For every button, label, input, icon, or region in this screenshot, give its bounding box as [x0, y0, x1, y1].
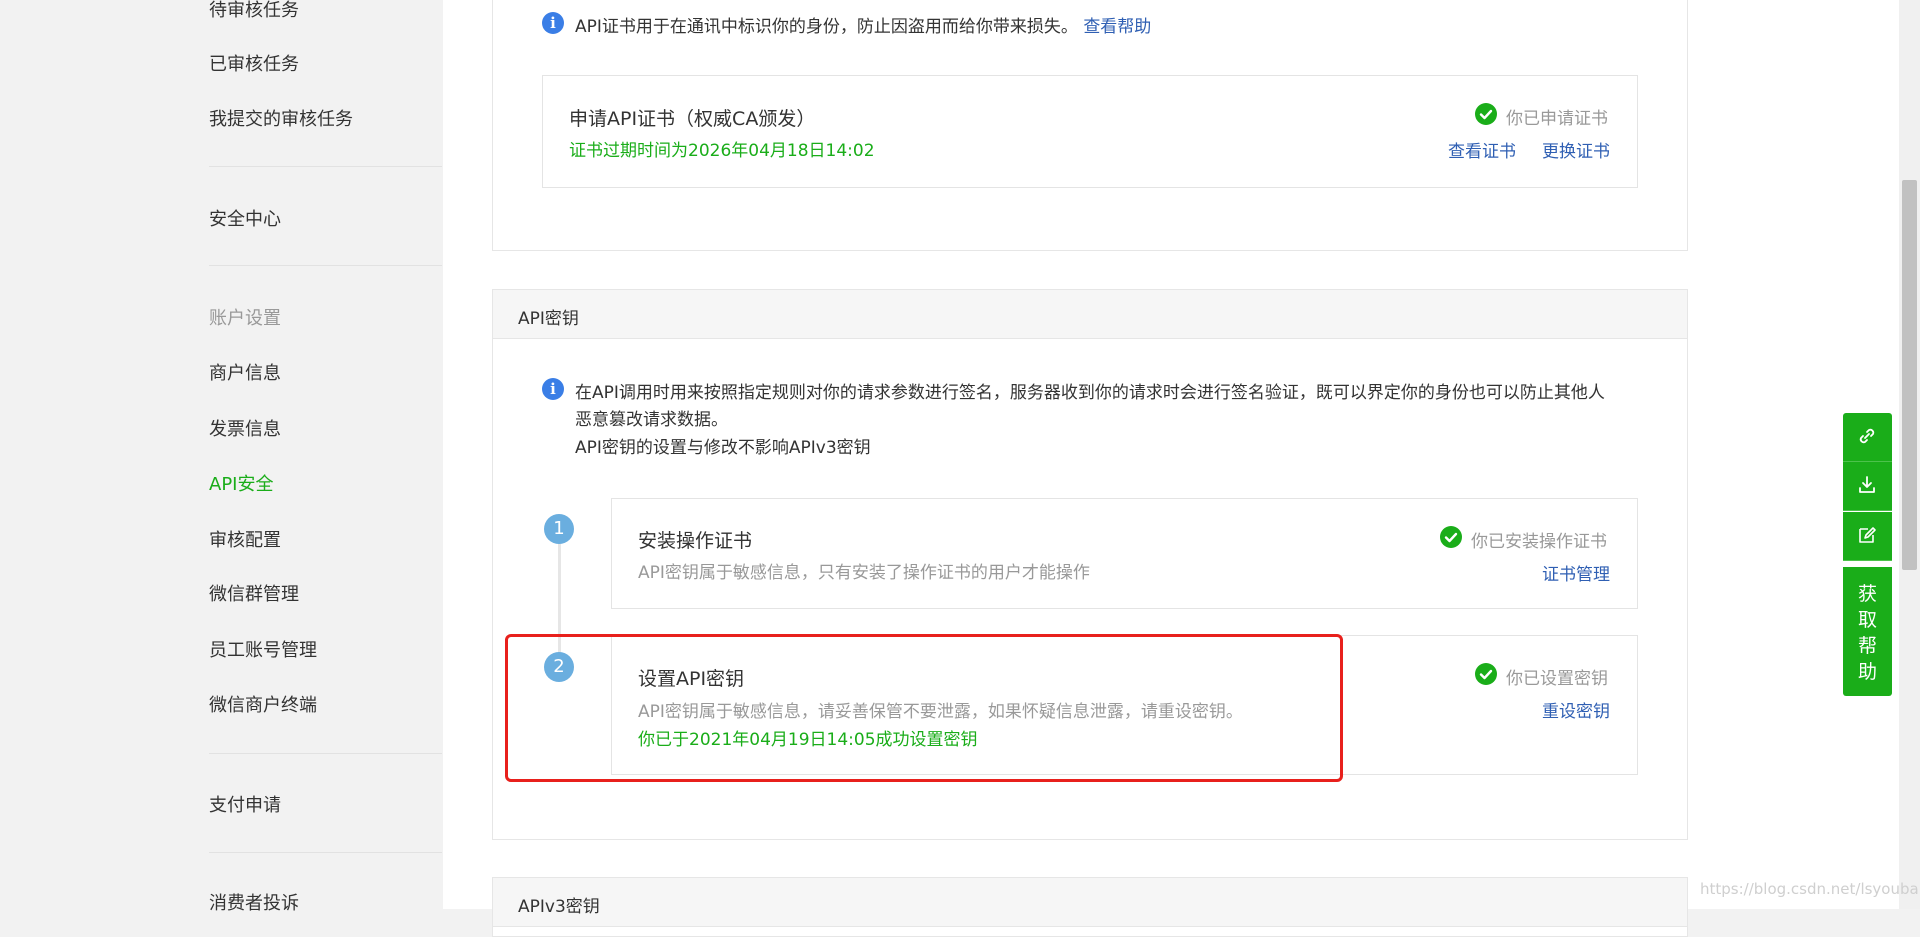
check-icon: [1440, 526, 1462, 548]
apiv3-panel-title: APIv3密钥: [518, 897, 600, 917]
view-cert-link[interactable]: 查看证书: [1448, 137, 1516, 162]
step2-status: 你已设置密钥: [1506, 669, 1608, 689]
edit-icon: [1859, 527, 1876, 543]
sidebar-group-account-settings: 账户设置: [209, 308, 281, 329]
sidebar-item-reviewed[interactable]: 已审核任务: [209, 50, 299, 76]
sidebar-item-payment-apply[interactable]: 支付申请: [209, 791, 281, 817]
key-notice-line3: API密钥的设置与修改不影响APIv3密钥: [575, 438, 871, 458]
sidebar-item-pending-review[interactable]: 待审核任务: [209, 0, 299, 22]
api-key-panel-header: API密钥: [493, 290, 1687, 339]
step2-success: 你已于2021年04月19日14:05成功设置密钥: [638, 730, 978, 750]
download-button[interactable]: [1843, 462, 1892, 511]
scrollbar-thumb[interactable]: [1902, 180, 1917, 570]
sidebar-divider: [209, 166, 442, 167]
sidebar-item-invoice-info[interactable]: 发票信息: [209, 415, 281, 441]
replace-cert-link[interactable]: 更换证书: [1542, 137, 1610, 162]
check-icon: [1475, 663, 1497, 685]
check-icon: [1475, 103, 1497, 125]
help-char: 取: [1857, 609, 1877, 631]
help-char: 助: [1857, 661, 1877, 683]
reset-key-link[interactable]: 重设密钥: [1542, 697, 1610, 722]
api-key-panel-title: API密钥: [518, 309, 579, 329]
sidebar-item-my-submitted[interactable]: 我提交的审核任务: [209, 105, 353, 131]
cert-notice-text: API证书用于在通讯中标识你的身份，防止因盗用而给你带来损失。: [575, 17, 1078, 37]
sidebar-divider: [209, 852, 442, 853]
download-icon: [1859, 476, 1875, 493]
info-icon: i: [542, 12, 564, 34]
info-icon: i: [542, 378, 564, 400]
step1-number: 1: [544, 514, 574, 544]
sidebar-divider: [209, 265, 442, 266]
sidebar-item-api-security[interactable]: API安全: [209, 470, 273, 496]
sidebar-item-wechat-group[interactable]: 微信群管理: [209, 580, 299, 606]
link-icon: [1859, 428, 1875, 444]
apiv3-panel-header: APIv3密钥: [493, 878, 1687, 927]
cert-manage-link[interactable]: 证书管理: [1542, 560, 1610, 585]
sidebar: 待审核任务 已审核任务 我提交的审核任务 安全中心 账户设置 商户信息 发票信息…: [0, 0, 443, 914]
step1-card: [611, 498, 1638, 609]
step2-title: 设置API密钥: [638, 668, 745, 690]
sidebar-item-review-config[interactable]: 审核配置: [209, 526, 281, 552]
sidebar-item-consumer-complaints[interactable]: 消费者投诉: [209, 889, 299, 915]
step-connector: [558, 540, 561, 665]
sidebar-item-staff-accounts[interactable]: 员工账号管理: [209, 636, 317, 662]
key-notice-line1: 在API调用时用来按照指定规则对你的请求参数进行签名，服务器收到你的请求时会进行…: [575, 383, 1605, 403]
step1-status: 你已安装操作证书: [1471, 532, 1607, 552]
cert-notice: API证书用于在通讯中标识你的身份，防止因盗用而给你带来损失。 查看帮助: [575, 12, 1151, 37]
view-help-link[interactable]: 查看帮助: [1083, 17, 1151, 37]
step1-desc: API密钥属于敏感信息，只有安装了操作证书的用户才能操作: [638, 563, 1090, 583]
sidebar-item-merchant-terminal[interactable]: 微信商户终端: [209, 691, 317, 717]
cert-status: 你已申请证书: [1506, 109, 1608, 129]
cert-expiry: 证书过期时间为2026年04月18日14:02: [569, 141, 875, 161]
help-char: 帮: [1857, 635, 1877, 657]
watermark: https://blog.csdn.net/lsyoubai: [1700, 880, 1920, 898]
edit-button[interactable]: [1843, 512, 1892, 561]
get-help-button[interactable]: 获 取 帮 助: [1843, 567, 1892, 696]
sidebar-item-security-center[interactable]: 安全中心: [209, 205, 281, 231]
step2-number: 2: [544, 652, 574, 682]
cert-card: [542, 75, 1638, 188]
step1-title: 安装操作证书: [638, 530, 753, 552]
cert-title: 申请API证书（权威CA颁发）: [569, 108, 816, 130]
help-char: 获: [1857, 583, 1877, 605]
key-notice-line2: 恶意篡改请求数据。: [575, 410, 728, 430]
link-button[interactable]: [1843, 413, 1892, 462]
apiv3-panel: APIv3密钥: [492, 877, 1688, 937]
step2-desc: API密钥属于敏感信息，请妥善保管不要泄露，如果怀疑信息泄露，请重设密钥。: [638, 702, 1243, 722]
sidebar-item-merchant-info[interactable]: 商户信息: [209, 359, 281, 385]
sidebar-divider: [209, 753, 442, 754]
